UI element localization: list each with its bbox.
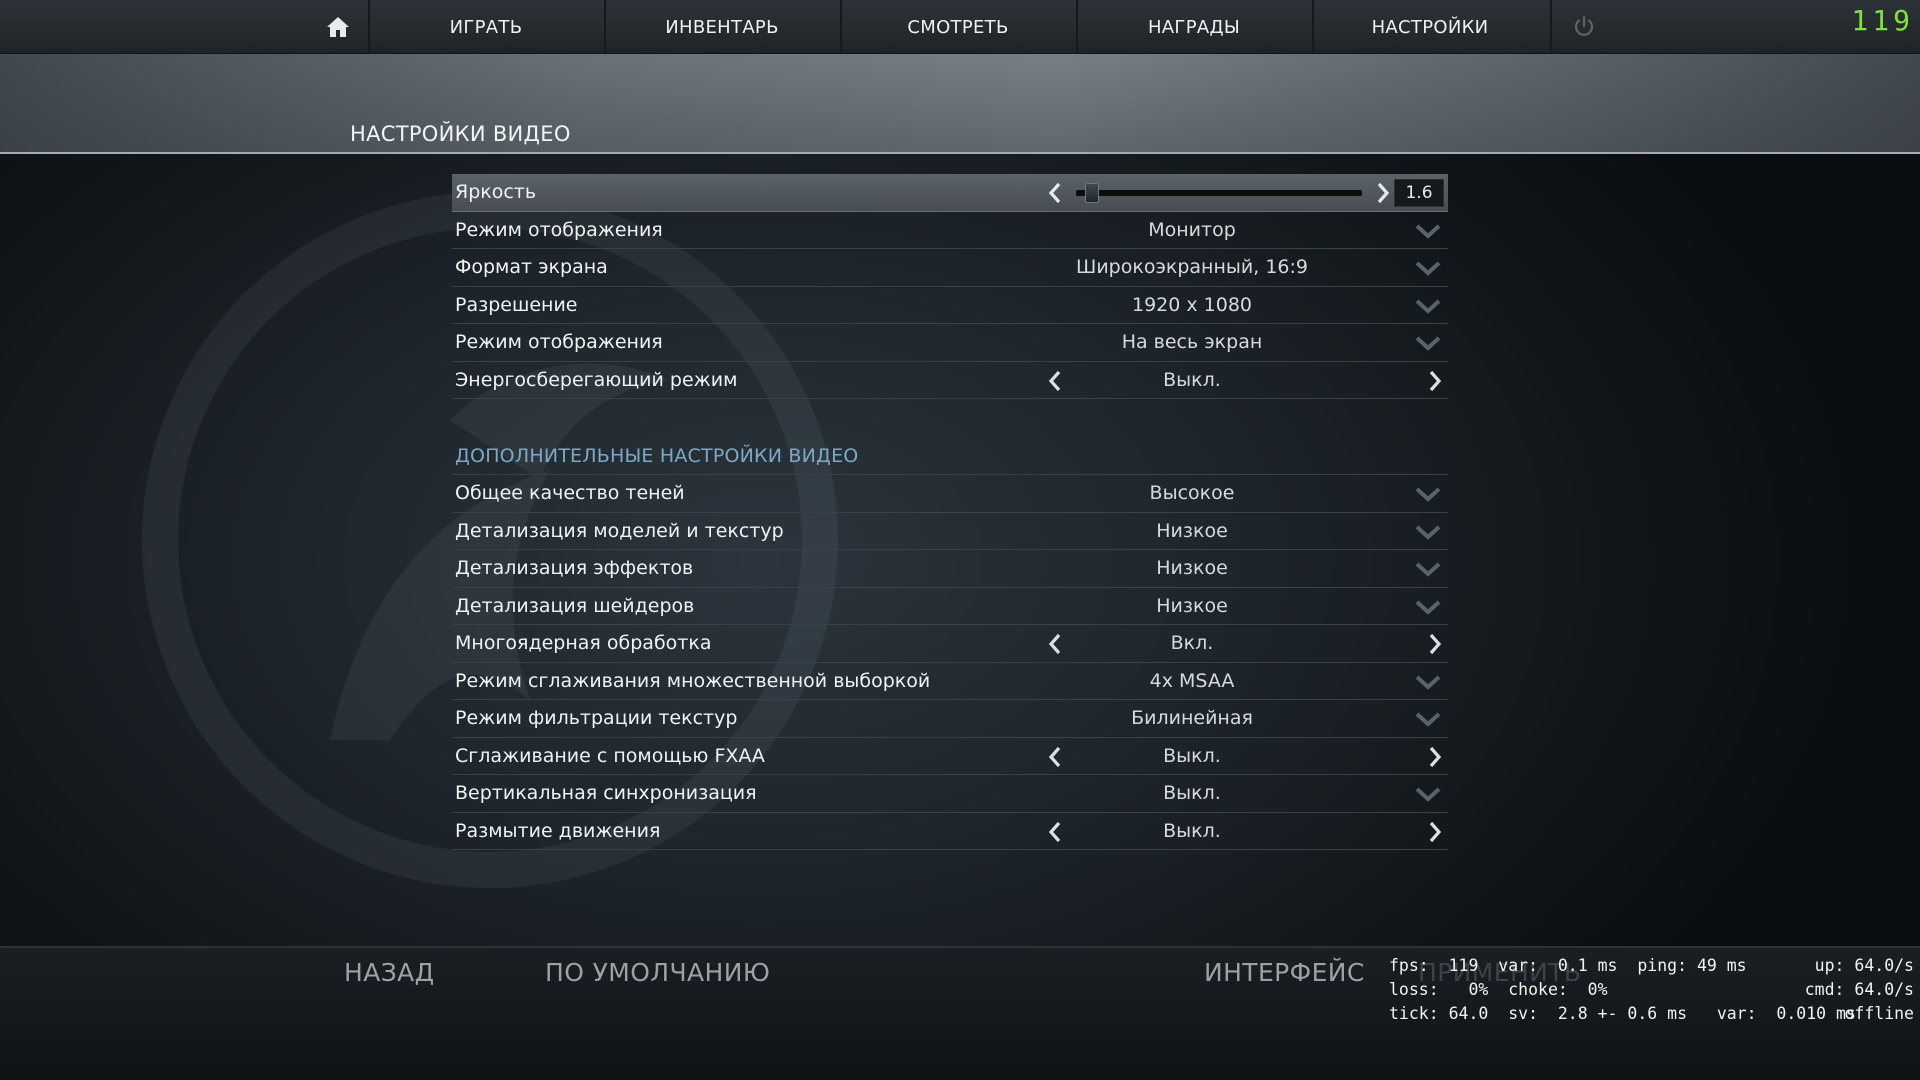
setting-label: Режим фильтрации текстур bbox=[455, 707, 738, 730]
setting-label: Формат экрана bbox=[455, 256, 608, 279]
setting-row[interactable]: Общее качество теней Высокое bbox=[452, 475, 1448, 513]
brightness-label: Яркость bbox=[455, 181, 537, 204]
advanced-section-header: ДОПОЛНИТЕЛЬНЫЕ НАСТРОЙКИ ВИДЕО bbox=[452, 437, 1448, 475]
advanced-section-title: ДОПОЛНИТЕЛЬНЫЕ НАСТРОЙКИ ВИДЕО bbox=[455, 444, 859, 467]
chevron-right-icon[interactable] bbox=[1374, 181, 1392, 205]
nav-watch[interactable]: СМОТРЕТЬ bbox=[840, 0, 1074, 54]
setting-label: Вертикальная синхронизация bbox=[455, 782, 757, 805]
setting-row[interactable]: Многоядерная обработка Вкл. bbox=[452, 625, 1448, 663]
header-band bbox=[0, 54, 1920, 154]
power-icon bbox=[1574, 15, 1594, 36]
chevron-left-icon[interactable] bbox=[1046, 369, 1064, 393]
chevron-left-icon[interactable] bbox=[1046, 820, 1064, 844]
chevron-down-icon[interactable] bbox=[1414, 222, 1442, 240]
setting-row[interactable]: Сглаживание с помощью FXAA Выкл. bbox=[452, 738, 1448, 775]
page-title: НАСТРОЙКИ ВИДЕО bbox=[350, 122, 571, 146]
chevron-right-icon[interactable] bbox=[1426, 820, 1444, 844]
setting-value: Вкл. bbox=[1170, 632, 1214, 655]
chevron-down-icon[interactable] bbox=[1414, 334, 1442, 352]
setting-value: Выкл. bbox=[1163, 819, 1221, 842]
power-button[interactable] bbox=[1550, 0, 1616, 54]
chevron-down-icon[interactable] bbox=[1414, 673, 1442, 691]
setting-label: Режим сглаживания множественной выборкой bbox=[455, 669, 931, 692]
setting-label: Энергосберегающий режим bbox=[455, 368, 738, 391]
setting-value: Выкл. bbox=[1163, 744, 1221, 767]
chevron-left-icon[interactable] bbox=[1046, 632, 1064, 656]
setting-label: Детализация моделей и текстур bbox=[455, 519, 784, 542]
chevron-down-icon[interactable] bbox=[1414, 485, 1442, 503]
setting-value: Билинейная bbox=[1131, 707, 1253, 730]
chevron-down-icon[interactable] bbox=[1414, 710, 1442, 728]
defaults-button[interactable]: ПО УМОЛЧАНИЮ bbox=[545, 958, 770, 987]
setting-value: Монитор bbox=[1148, 218, 1236, 241]
video-settings-list: Яркость 1.6 Режим отображения Монитор Форм… bbox=[452, 174, 1448, 850]
setting-row[interactable]: Размытие движения Выкл. bbox=[452, 813, 1448, 850]
setting-row[interactable]: Вертикальная синхронизация Выкл. bbox=[452, 775, 1448, 813]
setting-value: Низкое bbox=[1156, 519, 1228, 542]
setting-label: Детализация эффектов bbox=[455, 557, 694, 580]
netgraph-line-2: loss: 0% choke: 0% bbox=[1389, 980, 1608, 999]
nav-inventory[interactable]: ИНВЕНТАРЬ bbox=[604, 0, 838, 54]
setting-label: Общее качество теней bbox=[455, 482, 685, 505]
chevron-down-icon[interactable] bbox=[1414, 523, 1442, 541]
nav-awards[interactable]: НАГРАДЫ bbox=[1076, 0, 1310, 54]
setting-label: Многоядерная обработка bbox=[455, 632, 712, 655]
brightness-value: 1.6 bbox=[1394, 179, 1444, 207]
chevron-down-icon[interactable] bbox=[1414, 598, 1442, 616]
setting-value: Выкл. bbox=[1163, 368, 1221, 391]
setting-row[interactable]: Режим сглаживания множественной выборкой… bbox=[452, 663, 1448, 700]
setting-label: Режим отображения bbox=[455, 331, 663, 354]
setting-label: Размытие движения bbox=[455, 819, 661, 842]
chevron-left-icon[interactable] bbox=[1046, 745, 1064, 769]
back-button[interactable]: НАЗАД bbox=[344, 958, 435, 987]
netgraph-up: up: 64.0/s bbox=[1814, 956, 1914, 975]
setting-value: Широкоэкранный, 16:9 bbox=[1076, 256, 1308, 279]
interface-button[interactable]: ИНТЕРФЕЙС bbox=[1204, 958, 1365, 987]
chevron-right-icon[interactable] bbox=[1426, 632, 1444, 656]
setting-value: Высокое bbox=[1149, 482, 1235, 505]
fps-counter: 119 bbox=[1851, 4, 1914, 37]
setting-row[interactable]: Разрешение 1920 x 1080 bbox=[452, 287, 1448, 324]
chevron-right-icon[interactable] bbox=[1426, 745, 1444, 769]
netgraph-cmd: cmd: 64.0/s bbox=[1804, 980, 1914, 999]
brightness-slider-thumb[interactable] bbox=[1084, 183, 1099, 203]
setting-label: Разрешение bbox=[455, 293, 578, 316]
netgraph-status: offline bbox=[1844, 1004, 1914, 1023]
setting-value: 1920 x 1080 bbox=[1131, 293, 1253, 316]
setting-value: Выкл. bbox=[1163, 782, 1221, 805]
setting-row[interactable]: Режим отображения На весь экран bbox=[452, 324, 1448, 362]
setting-label: Детализация шейдеров bbox=[455, 594, 695, 617]
setting-row[interactable]: Режим фильтрации текстур Билинейная bbox=[452, 700, 1448, 738]
setting-label: Сглаживание с помощью FXAA bbox=[455, 744, 765, 767]
setting-value: На весь экран bbox=[1121, 331, 1263, 354]
setting-row[interactable]: Формат экрана Широкоэкранный, 16:9 bbox=[452, 249, 1448, 287]
top-nav: ИГРАТЬ ИНВЕНТАРЬ СМОТРЕТЬ НАГРАДЫ НАСТРО… bbox=[0, 0, 1920, 54]
chevron-down-icon[interactable] bbox=[1414, 785, 1442, 803]
nav-settings[interactable]: НАСТРОЙКИ bbox=[1312, 0, 1546, 54]
setting-value: Низкое bbox=[1156, 594, 1228, 617]
chevron-left-icon[interactable] bbox=[1046, 181, 1064, 205]
setting-row[interactable]: Энергосберегающий режим Выкл. bbox=[452, 362, 1448, 399]
netgraph-line-1: fps: 119 var: 0.1 ms ping: 49 ms bbox=[1389, 956, 1747, 975]
setting-row[interactable]: Детализация моделей и текстур Низкое bbox=[452, 513, 1448, 550]
setting-value: Низкое bbox=[1156, 557, 1228, 580]
chevron-right-icon[interactable] bbox=[1426, 369, 1444, 393]
setting-value: 4x MSAA bbox=[1149, 669, 1235, 692]
home-button[interactable] bbox=[310, 0, 366, 54]
brightness-slider-track[interactable] bbox=[1076, 190, 1362, 196]
chevron-down-icon[interactable] bbox=[1414, 297, 1442, 315]
netgraph-line-3: tick: 64.0 sv: 2.8 +- 0.6 ms var: 0.010 … bbox=[1389, 1004, 1856, 1023]
chevron-down-icon[interactable] bbox=[1414, 560, 1442, 578]
chevron-down-icon[interactable] bbox=[1414, 259, 1442, 277]
setting-row[interactable]: Режим отображения Монитор bbox=[452, 212, 1448, 249]
nav-play[interactable]: ИГРАТЬ bbox=[368, 0, 602, 54]
setting-row[interactable]: Детализация шейдеров Низкое bbox=[452, 588, 1448, 625]
brightness-row[interactable]: Яркость 1.6 bbox=[452, 174, 1448, 212]
setting-label: Режим отображения bbox=[455, 218, 663, 241]
home-icon bbox=[327, 17, 349, 37]
setting-row[interactable]: Детализация эффектов Низкое bbox=[452, 550, 1448, 588]
